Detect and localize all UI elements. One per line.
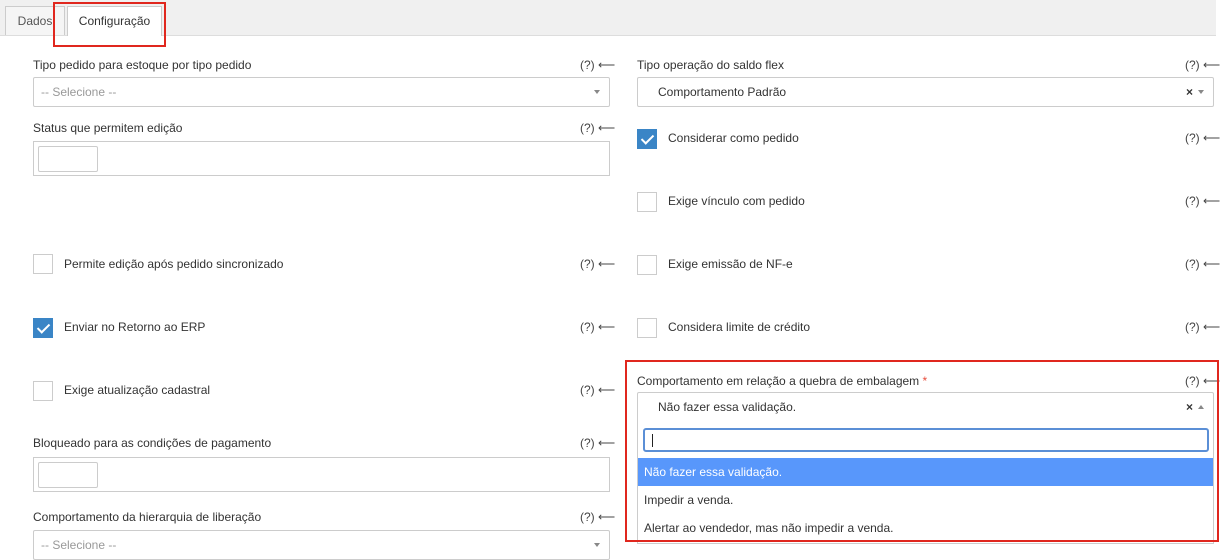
limite-credito-label: Considera limite de crédito (668, 320, 811, 334)
select-placeholder: -- Selecione -- (41, 538, 117, 552)
quebra-embalagem-label: Comportamento em relação a quebra de emb… (637, 374, 927, 388)
help-icon[interactable]: (?) ⟵ (580, 320, 615, 334)
tipo-operacao-label: Tipo operação do saldo flex (637, 58, 784, 72)
permite-edicao-label: Permite edição após pedido sincronizado (64, 257, 284, 271)
tipo-pedido-select[interactable]: -- Selecione -- (33, 77, 610, 107)
help-icon[interactable]: (?) ⟵ (580, 510, 615, 524)
exige-vinculo-label: Exige vínculo com pedido (668, 194, 805, 208)
bloqueado-condicoes-field[interactable] (33, 457, 610, 492)
help-icon[interactable]: (?) ⟵ (1185, 320, 1220, 334)
text-caret (652, 434, 653, 447)
considerar-pedido-checkbox[interactable] (637, 129, 657, 149)
hierarquia-select[interactable]: -- Selecione -- (33, 530, 610, 560)
chevron-down-icon (594, 543, 600, 547)
status-edicao-tag-input[interactable] (38, 146, 98, 172)
tab-dados[interactable]: Dados (5, 6, 65, 35)
quebra-embalagem-label-text: Comportamento em relação a quebra de emb… (637, 374, 920, 388)
required-mark: * (922, 374, 928, 388)
status-edicao-label: Status que permitem edição (33, 121, 183, 135)
help-icon[interactable]: (?) ⟵ (1185, 58, 1220, 72)
bloqueado-condicoes-label: Bloqueado para as condições de pagamento (33, 436, 272, 450)
hierarquia-label: Comportamento da hierarquia de liberação (33, 510, 262, 524)
dropdown-option[interactable]: Não fazer essa validação. (638, 458, 1213, 486)
chevron-down-icon (1198, 90, 1204, 94)
select-placeholder: -- Selecione -- (41, 85, 117, 99)
help-icon[interactable]: (?) ⟵ (1185, 131, 1220, 145)
chevron-down-icon (594, 90, 600, 94)
quebra-embalagem-dropdown: Não fazer essa validação. Impedir a vend… (637, 422, 1214, 544)
help-icon[interactable]: (?) ⟵ (580, 436, 615, 450)
quebra-embalagem-select[interactable]: Não fazer essa validação. × (637, 392, 1214, 422)
dropdown-option[interactable]: Alertar ao vendedor, mas não impedir a v… (638, 514, 1213, 542)
help-icon[interactable]: (?) ⟵ (1185, 374, 1220, 388)
bloqueado-condicoes-tag-input[interactable] (38, 462, 98, 488)
dropdown-option[interactable]: Impedir a venda. (638, 486, 1213, 514)
chevron-up-icon (1198, 405, 1204, 409)
enviar-retorno-checkbox[interactable] (33, 318, 53, 338)
permite-edicao-checkbox[interactable] (33, 254, 53, 274)
clear-icon[interactable]: × (1186, 393, 1193, 421)
exige-atualizacao-checkbox[interactable] (33, 381, 53, 401)
help-icon[interactable]: (?) ⟵ (580, 383, 615, 397)
select-value: Comportamento Padrão (658, 85, 787, 99)
exige-nfe-checkbox[interactable] (637, 255, 657, 275)
limite-credito-checkbox[interactable] (637, 318, 657, 338)
status-edicao-field[interactable] (33, 141, 610, 176)
help-icon[interactable]: (?) ⟵ (580, 58, 615, 72)
tab-bar: Dados Configuração (0, 0, 1216, 36)
tipo-operacao-select[interactable]: Comportamento Padrão × (637, 77, 1214, 107)
help-icon[interactable]: (?) ⟵ (1185, 194, 1220, 208)
dropdown-search-input[interactable] (643, 428, 1209, 452)
help-icon[interactable]: (?) ⟵ (580, 257, 615, 271)
clear-icon[interactable]: × (1186, 78, 1193, 106)
exige-vinculo-checkbox[interactable] (637, 192, 657, 212)
considerar-pedido-label: Considerar como pedido (668, 131, 799, 145)
exige-atualizacao-label: Exige atualização cadastral (64, 383, 211, 397)
tab-configuracao[interactable]: Configuração (67, 6, 162, 36)
exige-nfe-label: Exige emissão de NF-e (668, 257, 793, 271)
help-icon[interactable]: (?) ⟵ (580, 121, 615, 135)
enviar-retorno-label: Enviar no Retorno ao ERP (64, 320, 206, 334)
tipo-pedido-label: Tipo pedido para estoque por tipo pedido (33, 58, 252, 72)
help-icon[interactable]: (?) ⟵ (1185, 257, 1220, 271)
select-value: Não fazer essa validação. (658, 400, 797, 414)
